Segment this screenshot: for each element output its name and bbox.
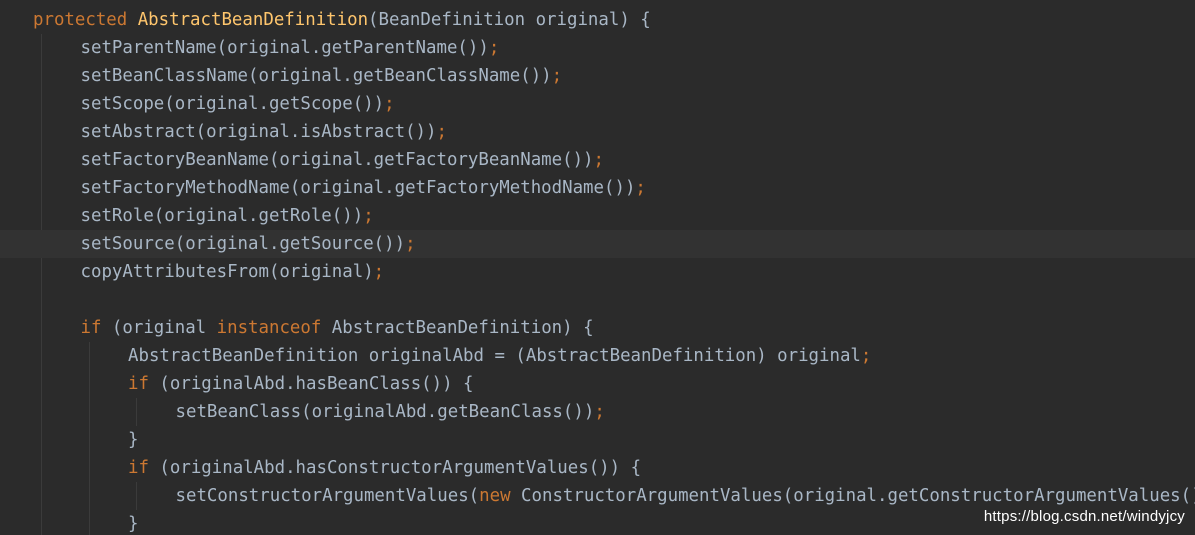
- code-token: ;: [635, 178, 646, 198]
- code-token: setFactoryMethodName(original.getFactory…: [80, 178, 636, 198]
- code-token: (originalAbd.hasConstructorArgumentValue…: [148, 458, 642, 478]
- code-token: (BeanDefinition original) {: [368, 10, 651, 30]
- code-token: setSource(original.getSource()): [80, 234, 406, 254]
- code-token: (originalAbd.hasBeanClass()) {: [148, 374, 474, 394]
- keyword-token: if: [80, 318, 102, 338]
- code-line[interactable]: setScope(original.getScope());: [0, 90, 1195, 118]
- code-line-content: setConstructorArgumentValues(new Constru…: [176, 482, 1195, 510]
- code-line[interactable]: if (originalAbd.hasConstructorArgumentVa…: [0, 454, 1195, 482]
- code-line-content: setFactoryBeanName(original.getFactoryBe…: [81, 146, 605, 174]
- code-token: ;: [551, 66, 563, 86]
- code-line[interactable]: setParentName(original.getParentName());: [0, 34, 1195, 62]
- code-line[interactable]: setBeanClass(originalAbd.getBeanClass())…: [0, 398, 1195, 426]
- code-line[interactable]: setRole(original.getRole());: [0, 202, 1195, 230]
- keyword-token: if: [128, 458, 149, 478]
- code-line-content: setScope(original.getScope());: [81, 90, 395, 118]
- code-token: ;: [593, 150, 605, 170]
- code-token: copyAttributesFrom(original): [80, 262, 374, 282]
- code-line[interactable]: }: [0, 426, 1195, 454]
- code-token: ;: [373, 262, 385, 282]
- code-line-content: }: [128, 426, 138, 454]
- code-line[interactable]: AbstractBeanDefinition originalAbd = (Ab…: [0, 342, 1195, 370]
- code-token: setBeanClassName(original.getBeanClassNa…: [80, 66, 552, 86]
- code-token: AbstractBeanDefinition) {: [321, 318, 594, 338]
- code-token: setScope(original.getScope()): [80, 94, 385, 114]
- code-line-content: AbstractBeanDefinition originalAbd = (Ab…: [128, 342, 871, 370]
- code-token: ;: [363, 206, 374, 226]
- code-line-content: protected AbstractBeanDefinition(BeanDef…: [33, 6, 651, 34]
- code-line-content: if (original instanceof AbstractBeanDefi…: [81, 314, 594, 342]
- code-line[interactable]: setBeanClassName(original.getBeanClassNa…: [0, 62, 1195, 90]
- code-line-content: setRole(original.getRole());: [81, 202, 374, 230]
- code-line[interactable]: protected AbstractBeanDefinition(BeanDef…: [0, 6, 1195, 34]
- code-line[interactable]: if (original instanceof AbstractBeanDefi…: [0, 314, 1195, 342]
- keyword-token: protected: [33, 10, 128, 30]
- code-line-content: setSource(original.getSource());: [81, 230, 416, 258]
- code-line[interactable]: copyAttributesFrom(original);: [0, 258, 1195, 286]
- code-token: AbstractBeanDefinition originalAbd = (Ab…: [128, 346, 861, 366]
- code-line-content: setParentName(original.getParentName());: [81, 34, 500, 62]
- code-line-content: if (originalAbd.hasConstructorArgumentVa…: [128, 454, 641, 482]
- code-token: setAbstract(original.isAbstract()): [80, 122, 437, 142]
- keyword-token: new: [479, 486, 511, 506]
- code-line[interactable]: setAbstract(original.isAbstract());: [0, 118, 1195, 146]
- code-token: ;: [860, 346, 872, 366]
- code-line[interactable]: if (originalAbd.hasBeanClass()) {: [0, 370, 1195, 398]
- watermark-url: https://blog.csdn.net/windyjcy: [983, 508, 1185, 525]
- code-token: ;: [384, 94, 395, 114]
- code-token: ;: [405, 234, 416, 254]
- code-line-content: copyAttributesFrom(original);: [81, 258, 385, 286]
- code-line-content: setFactoryMethodName(original.getFactory…: [81, 174, 646, 202]
- code-line-content: if (originalAbd.hasBeanClass()) {: [128, 370, 474, 398]
- code-line[interactable]: setFactoryBeanName(original.getFactoryBe…: [0, 146, 1195, 174]
- code-token: setConstructorArgumentValues(: [175, 486, 480, 506]
- code-token: }: [128, 514, 139, 534]
- code-token: (original: [101, 318, 217, 338]
- code-editor[interactable]: protected AbstractBeanDefinition(BeanDef…: [0, 0, 1195, 535]
- code-line[interactable]: [0, 286, 1195, 314]
- code-line-content: setBeanClassName(original.getBeanClassNa…: [81, 62, 563, 90]
- code-token: setParentName(original.getParentName()): [80, 38, 489, 58]
- code-line-content: }: [128, 510, 138, 535]
- keyword-token: if: [128, 374, 149, 394]
- code-token: ConstructorArgumentValues(original.getCo…: [510, 486, 1195, 506]
- keyword-token: instanceof: [216, 318, 322, 338]
- code-line-content: setBeanClass(originalAbd.getBeanClass())…: [176, 398, 605, 426]
- code-token: setFactoryBeanName(original.getFactoryBe…: [80, 150, 594, 170]
- code-token: ;: [488, 38, 500, 58]
- code-line[interactable]: setFactoryMethodName(original.getFactory…: [0, 174, 1195, 202]
- code-token: setBeanClass(originalAbd.getBeanClass()): [175, 402, 595, 422]
- code-line-content: setAbstract(original.isAbstract());: [81, 118, 447, 146]
- code-token: ;: [594, 402, 605, 422]
- code-token: ;: [436, 122, 447, 142]
- code-line[interactable]: setSource(original.getSource());: [0, 230, 1195, 258]
- code-token: }: [128, 430, 139, 450]
- code-line[interactable]: setConstructorArgumentValues(new Constru…: [0, 482, 1195, 510]
- code-token: setRole(original.getRole()): [80, 206, 364, 226]
- method-name-token: AbstractBeanDefinition: [127, 10, 369, 30]
